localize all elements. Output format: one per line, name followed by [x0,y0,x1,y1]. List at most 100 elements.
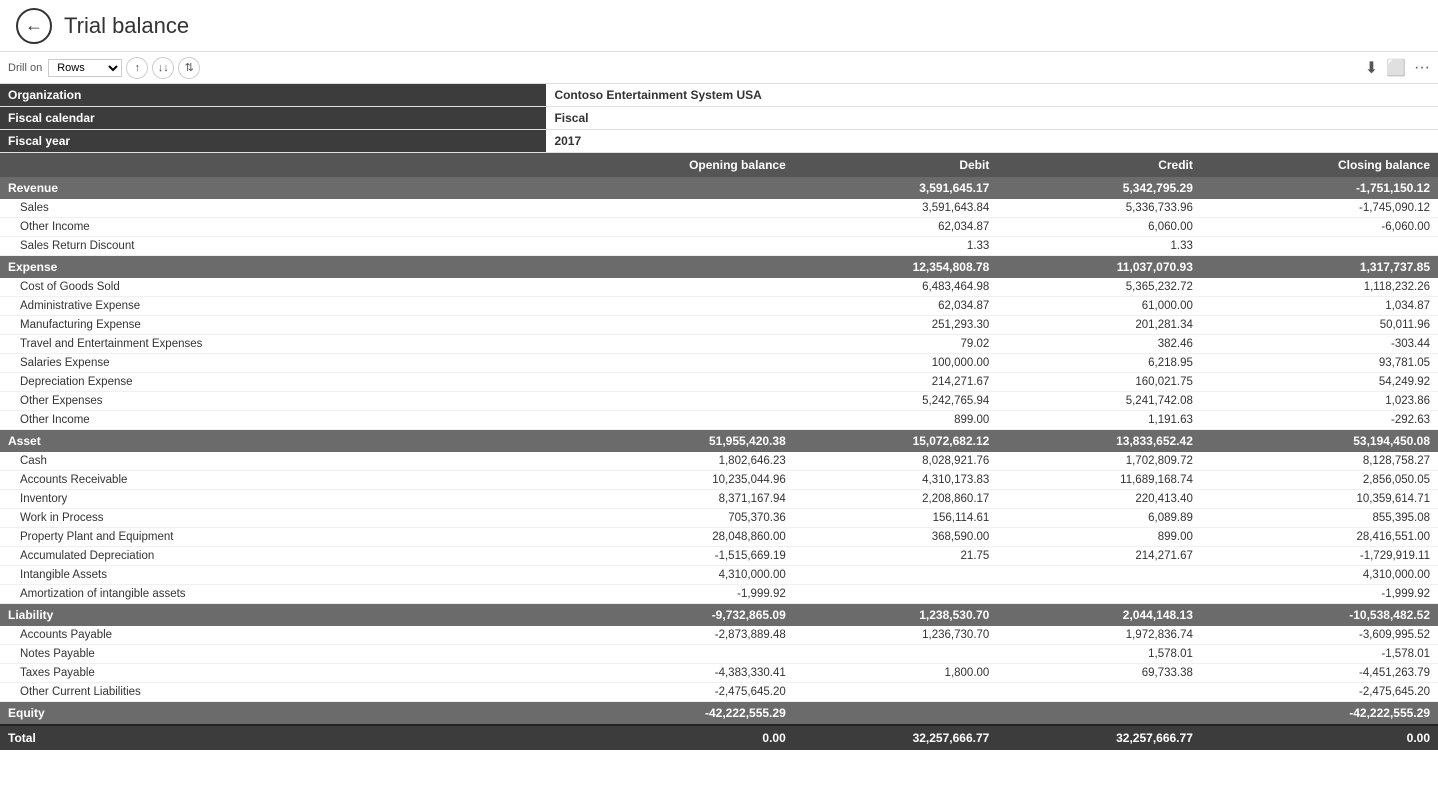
liability-section: Liability -9,732,865.09 1,238,530.70 2,0… [0,604,1438,702]
row-name: Accounts Receivable [0,471,546,490]
more-options-icon[interactable]: ··· [1414,59,1430,77]
row-debit: 899.00 [794,411,998,430]
row-name: Administrative Expense [0,297,546,316]
row-credit: 6,218.95 [997,354,1201,373]
list-item: Administrative Expense 62,034.87 61,000.… [0,297,1438,316]
revenue-credit: 5,342,795.29 [997,177,1201,199]
expense-opening [546,256,793,279]
row-closing: -1,729,919.11 [1201,547,1438,566]
drill-on-select[interactable]: Rows Columns [48,59,122,77]
table-container: Organization Contoso Entertainment Syste… [0,84,1438,803]
row-opening [546,373,793,392]
download-icon[interactable]: ⬇ [1365,58,1378,78]
equity-name: Equity [0,702,546,726]
row-credit: 1,972,836.74 [997,626,1201,645]
fiscal-year-value: 2017 [546,130,1438,153]
fiscal-calendar-label: Fiscal calendar [0,107,546,130]
total-row: Total 0.00 32,257,666.77 32,257,666.77 0… [0,725,1438,750]
row-closing: 855,395.08 [1201,509,1438,528]
col-name-header [0,153,546,178]
row-opening [546,297,793,316]
asset-debit: 15,072,682.12 [794,430,998,453]
row-credit [997,683,1201,702]
row-debit: 8,028,921.76 [794,452,998,471]
row-name: Cost of Goods Sold [0,278,546,297]
liability-opening: -9,732,865.09 [546,604,793,627]
row-debit [794,566,998,585]
row-opening [546,316,793,335]
list-item: Depreciation Expense 214,271.67 160,021.… [0,373,1438,392]
equity-credit [997,702,1201,726]
row-closing: 93,781.05 [1201,354,1438,373]
row-closing: 4,310,000.00 [1201,566,1438,585]
list-item: Cost of Goods Sold 6,483,464.98 5,365,23… [0,278,1438,297]
drill-down-all-button[interactable]: ↓↓ [152,57,174,79]
revenue-category-row: Revenue 3,591,645.17 5,342,795.29 -1,751… [0,177,1438,199]
liability-name: Liability [0,604,546,627]
row-opening: 4,310,000.00 [546,566,793,585]
back-button[interactable]: ← [16,8,52,44]
row-closing: 28,416,551.00 [1201,528,1438,547]
row-credit: 6,089.89 [997,509,1201,528]
row-closing: 1,023.86 [1201,392,1438,411]
row-debit: 5,242,765.94 [794,392,998,411]
asset-name: Asset [0,430,546,453]
row-opening: -2,873,889.48 [546,626,793,645]
expense-closing: 1,317,737.85 [1201,256,1438,279]
row-debit: 62,034.87 [794,218,998,237]
row-closing: -4,451,263.79 [1201,664,1438,683]
list-item: Manufacturing Expense 251,293.30 201,281… [0,316,1438,335]
total-label: Total [0,725,546,750]
row-opening: 8,371,167.94 [546,490,793,509]
row-name: Notes Payable [0,645,546,664]
expense-category-row: Expense 12,354,808.78 11,037,070.93 1,31… [0,256,1438,279]
list-item: Sales Return Discount 1.33 1.33 [0,237,1438,256]
row-debit [794,585,998,604]
asset-opening: 51,955,420.38 [546,430,793,453]
row-closing: 2,856,050.05 [1201,471,1438,490]
row-opening: 705,370.36 [546,509,793,528]
app-header: ← Trial balance [0,0,1438,52]
list-item: Other Income 899.00 1,191.63 -292.63 [0,411,1438,430]
total-credit: 32,257,666.77 [997,725,1201,750]
trial-balance-table: Organization Contoso Entertainment Syste… [0,84,1438,750]
row-name: Salaries Expense [0,354,546,373]
row-credit [997,585,1201,604]
row-opening: 10,235,044.96 [546,471,793,490]
asset-credit: 13,833,652.42 [997,430,1201,453]
expense-debit: 12,354,808.78 [794,256,998,279]
expense-section: Expense 12,354,808.78 11,037,070.93 1,31… [0,256,1438,430]
row-name: Cash [0,452,546,471]
row-opening: -2,475,645.20 [546,683,793,702]
org-label: Organization [0,84,546,107]
row-name: Property Plant and Equipment [0,528,546,547]
row-closing: 1,118,232.26 [1201,278,1438,297]
list-item: Amortization of intangible assets -1,999… [0,585,1438,604]
revenue-name: Revenue [0,177,546,199]
row-debit [794,645,998,664]
liability-category-row: Liability -9,732,865.09 1,238,530.70 2,0… [0,604,1438,627]
row-name: Inventory [0,490,546,509]
row-credit: 1,191.63 [997,411,1201,430]
expand-all-button[interactable]: ⇅ [178,57,200,79]
row-opening [546,645,793,664]
fiscal-calendar-value: Fiscal [546,107,1438,130]
expand-icon[interactable]: ⬜ [1386,58,1406,78]
drill-up-button[interactable]: ↑ [126,57,148,79]
row-credit: 220,413.40 [997,490,1201,509]
row-opening: -4,383,330.41 [546,664,793,683]
row-debit: 21.75 [794,547,998,566]
row-closing: -1,745,090.12 [1201,199,1438,218]
equity-opening: -42,222,555.29 [546,702,793,726]
row-debit: 214,271.67 [794,373,998,392]
row-opening: -1,515,669.19 [546,547,793,566]
row-credit: 5,365,232.72 [997,278,1201,297]
column-header-row: Opening balance Debit Credit Closing bal… [0,153,1438,178]
row-opening [546,199,793,218]
list-item: Notes Payable 1,578.01 -1,578.01 [0,645,1438,664]
fiscal-year-row: Fiscal year 2017 [0,130,1438,153]
list-item: Travel and Entertainment Expenses 79.02 … [0,335,1438,354]
row-name: Other Income [0,411,546,430]
total-section: Total 0.00 32,257,666.77 32,257,666.77 0… [0,725,1438,750]
row-debit: 3,591,643.84 [794,199,998,218]
